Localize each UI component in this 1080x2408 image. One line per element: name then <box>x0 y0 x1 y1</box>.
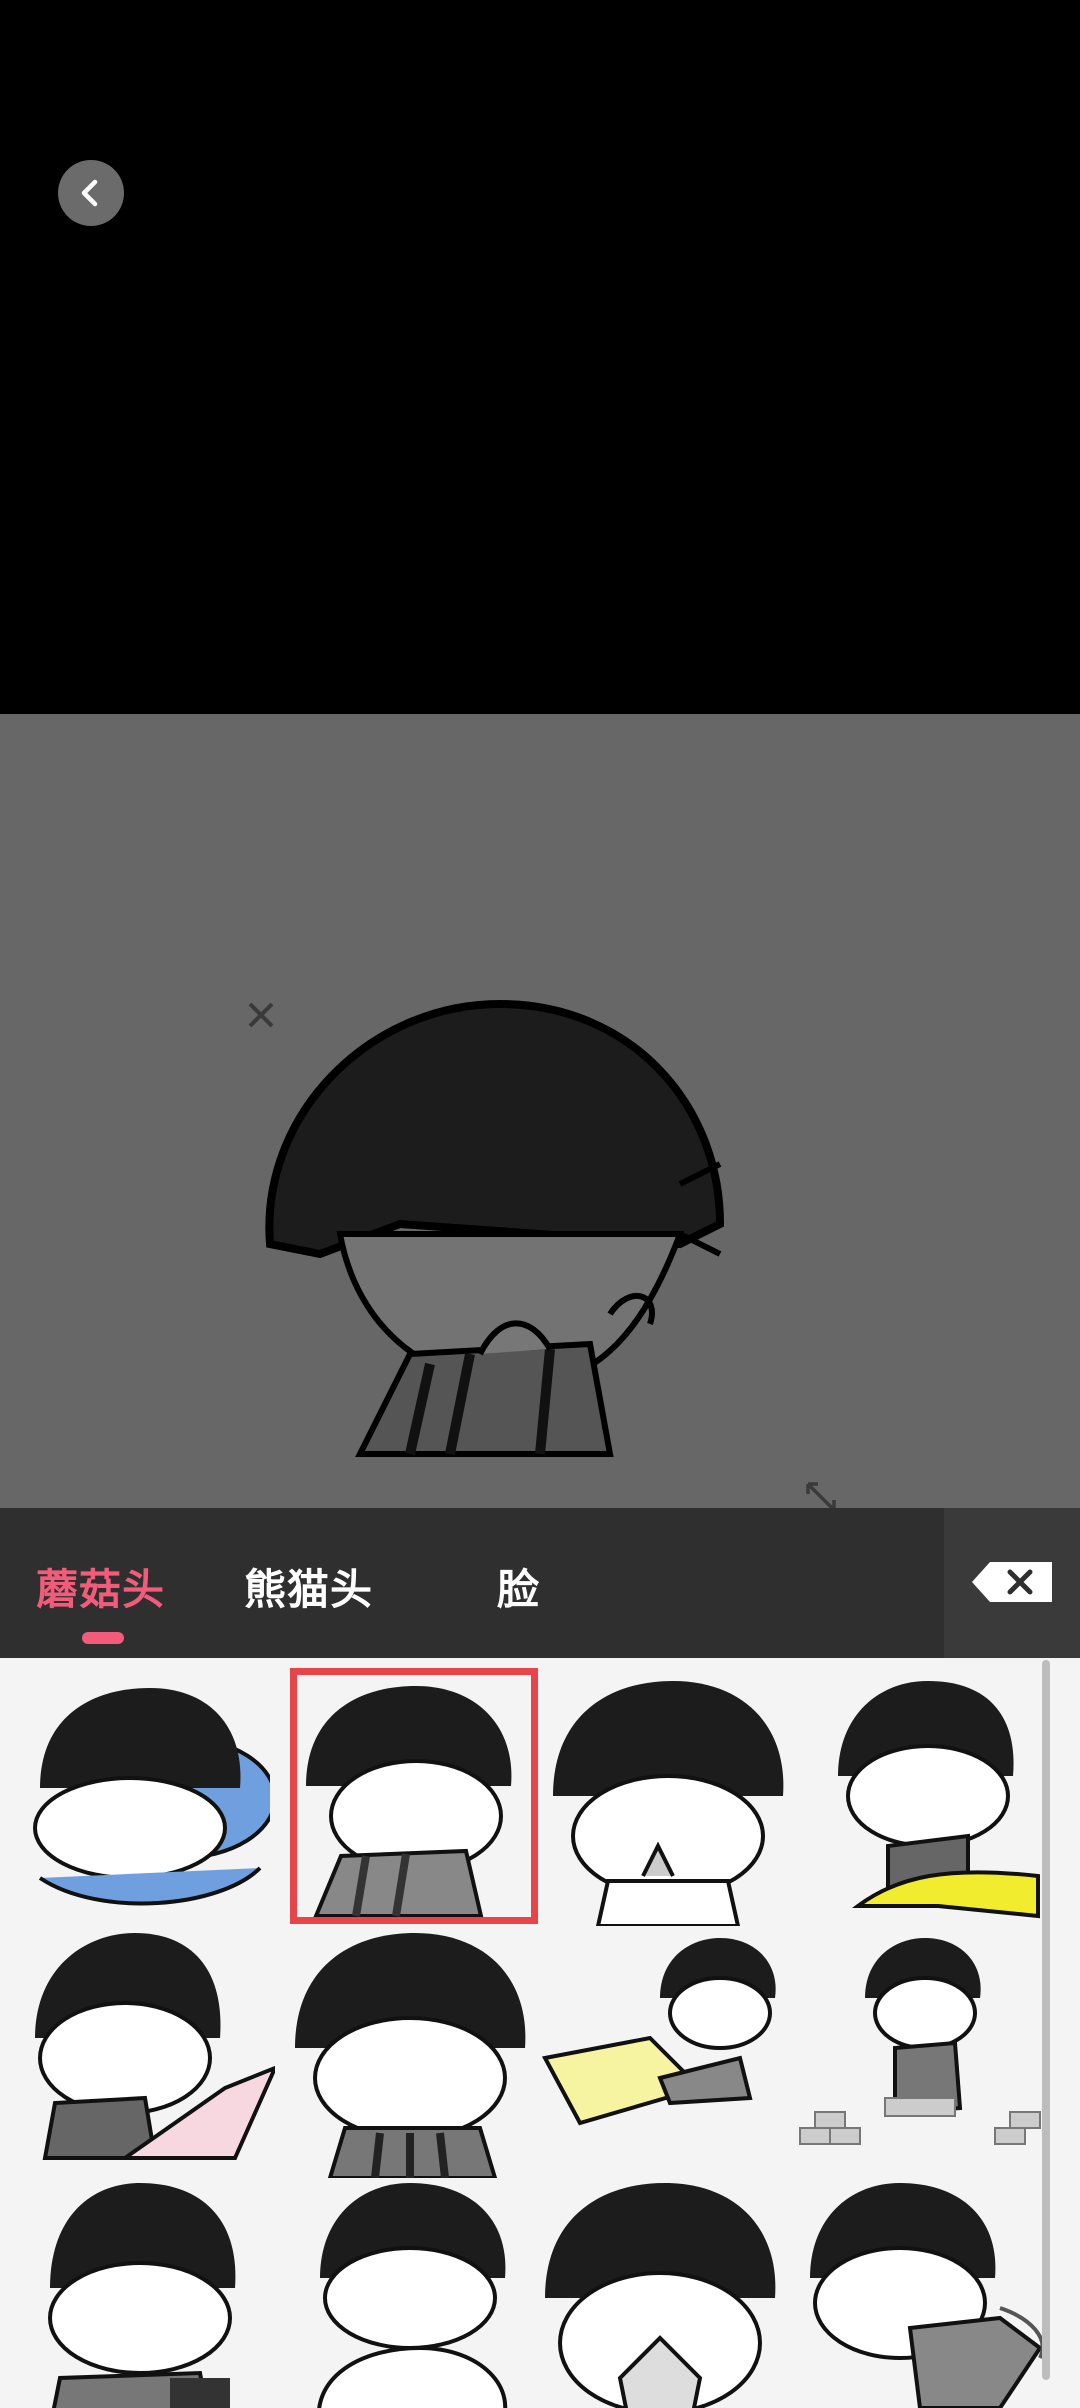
backspace-icon <box>972 1562 1052 1602</box>
sticker-item[interactable] <box>795 1928 1045 2178</box>
sticker-item[interactable] <box>20 1678 270 1928</box>
active-tab-indicator <box>82 1632 124 1644</box>
sticker-item[interactable] <box>818 1676 1068 1926</box>
sticker-canvas[interactable] <box>0 714 1080 1508</box>
delete-sticker-button[interactable] <box>944 1508 1080 1658</box>
sticker-item[interactable] <box>300 2178 550 2408</box>
sticker-item[interactable] <box>290 1928 540 2178</box>
sticker-item[interactable] <box>25 1928 275 2178</box>
video-preview-area <box>0 0 1080 714</box>
sticker-category-tabs: 蘑菇头 熊猫头 脸 <box>0 1508 1080 1658</box>
chevron-left-icon <box>81 179 98 207</box>
tab-mushroom-head[interactable]: 蘑菇头 <box>36 1556 165 1617</box>
sticker-grid-scrollbar[interactable] <box>1042 1660 1050 2380</box>
selected-sticker-highlight <box>290 1668 538 1924</box>
sticker-item[interactable] <box>548 1676 798 1926</box>
sticker-item[interactable] <box>30 2178 280 2408</box>
placed-sticker[interactable] <box>250 984 810 1504</box>
sticker-item[interactable] <box>540 1928 790 2178</box>
sticker-grid <box>0 1658 1080 2408</box>
tab-face[interactable]: 脸 <box>497 1556 540 1617</box>
sticker-item[interactable] <box>800 2178 1050 2408</box>
sticker-item[interactable] <box>540 2178 790 2408</box>
resize-icon[interactable] <box>804 1480 838 1508</box>
back-button[interactable] <box>58 160 124 226</box>
tab-panda-head[interactable]: 熊猫头 <box>244 1556 373 1617</box>
